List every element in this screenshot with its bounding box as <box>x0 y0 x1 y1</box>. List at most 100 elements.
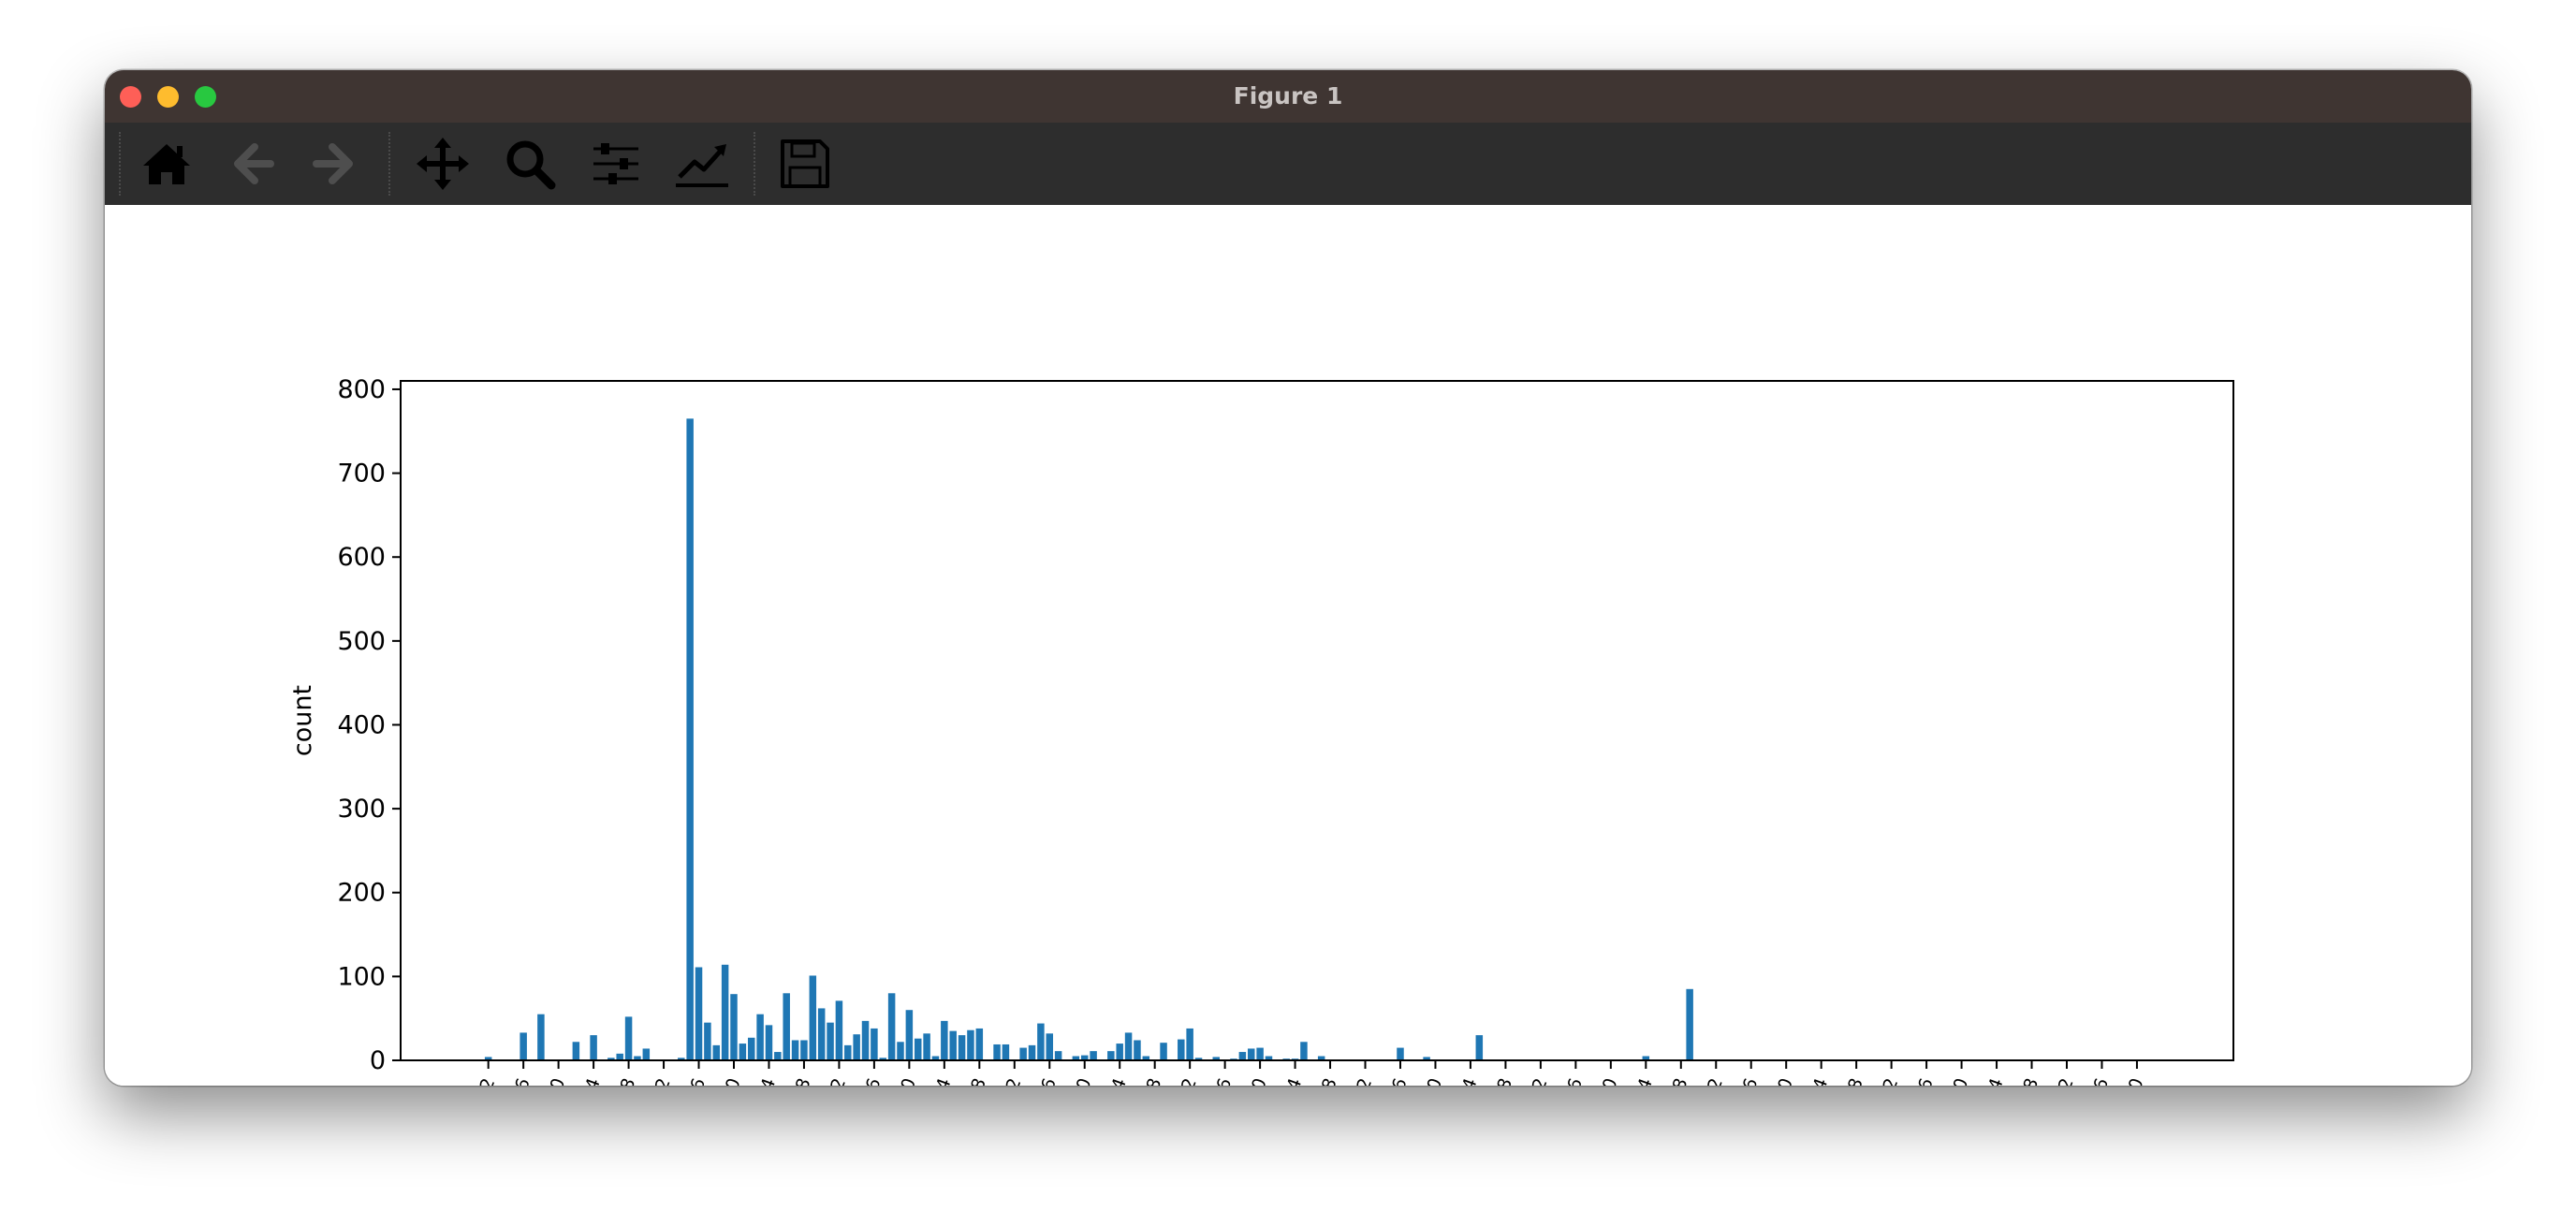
bar <box>624 1016 633 1060</box>
x-tick-label: 68 <box>963 1075 990 1086</box>
y-tick-label: 400 <box>337 710 386 739</box>
x-tick-label: 40 <box>718 1075 745 1086</box>
x-tick-label: 36 <box>682 1075 710 1086</box>
save-button[interactable] <box>777 136 833 192</box>
x-tick-label: 64 <box>929 1075 956 1086</box>
y-tick-label: 500 <box>337 627 386 656</box>
y-tick-label: 700 <box>337 460 386 489</box>
bar <box>1002 1044 1010 1060</box>
bar <box>887 993 896 1060</box>
toolbar-separator <box>388 132 390 196</box>
x-tick-label: 132 <box>1521 1075 1552 1086</box>
magnifier-icon <box>506 140 556 190</box>
bar <box>791 1040 799 1060</box>
x-tick-label: 184 <box>1977 1075 2008 1086</box>
bar <box>1134 1040 1141 1060</box>
y-axis: 0 100 200 300 400 500 600 700 800 <box>337 375 401 1075</box>
bar <box>1300 1042 1308 1060</box>
x-tick-label: 32 <box>648 1075 675 1086</box>
forward-button[interactable] <box>307 136 363 192</box>
bar <box>800 1040 808 1060</box>
x-tick-label: 48 <box>788 1075 815 1086</box>
navigation-toolbar <box>105 123 2471 205</box>
bar <box>1397 1047 1404 1060</box>
bar <box>1238 1052 1247 1060</box>
x-tick-label: 192 <box>2047 1075 2078 1086</box>
y-tick-label: 300 <box>337 795 386 824</box>
arrow-right-icon <box>313 143 353 184</box>
y-tick-label: 0 <box>370 1046 386 1075</box>
bar <box>853 1034 860 1060</box>
bar <box>730 994 738 1060</box>
x-tick-label: 124 <box>1451 1075 1482 1086</box>
home-button[interactable] <box>139 136 195 192</box>
toolbar-separator <box>754 132 755 196</box>
x-tick-label: 100 <box>1240 1075 1271 1086</box>
bar <box>844 1044 852 1060</box>
bar <box>616 1053 623 1060</box>
x-tick-label: 176 <box>1907 1075 1938 1086</box>
bar <box>1256 1047 1264 1060</box>
y-tick-label: 600 <box>337 543 386 572</box>
figure-canvas[interactable]: 0 100 200 300 400 500 600 700 800 12 16 20 24 28 32 36… <box>105 205 2471 1086</box>
x-tick-label: 140 <box>1590 1075 1621 1086</box>
bar <box>897 1042 904 1060</box>
bar <box>1186 1028 1193 1060</box>
bar <box>809 975 817 1060</box>
y-tick-label: 200 <box>337 879 386 908</box>
bar <box>721 964 729 1060</box>
bar <box>905 1010 914 1060</box>
bar <box>686 418 694 1060</box>
x-tick-label: 92 <box>1174 1075 1201 1086</box>
bar <box>1090 1051 1097 1060</box>
x-tick-label: 188 <box>2012 1075 2042 1086</box>
x-tick-label: 60 <box>893 1075 920 1086</box>
x-tick-label: 120 <box>1415 1075 1446 1086</box>
bar <box>861 1020 870 1060</box>
bar <box>783 993 790 1060</box>
x-tick-label: 168 <box>1837 1075 1867 1086</box>
x-tick-label: 144 <box>1626 1075 1657 1086</box>
sliders-icon <box>593 143 638 184</box>
back-button[interactable] <box>224 136 280 192</box>
x-tick-label: 160 <box>1766 1075 1797 1086</box>
bar <box>537 1014 545 1060</box>
bar <box>1160 1043 1167 1060</box>
bar <box>712 1044 721 1060</box>
x-tick-label: 148 <box>1661 1075 1691 1086</box>
configure-subplots-button[interactable] <box>588 136 644 192</box>
bar <box>993 1044 1001 1060</box>
bar <box>695 967 703 1060</box>
bar <box>642 1048 651 1060</box>
bar-series <box>484 418 1693 1060</box>
x-tick-label: 152 <box>1696 1075 1727 1086</box>
x-tick-label: 52 <box>823 1075 850 1086</box>
bar-chart: 0 100 200 300 400 500 600 700 800 12 16 20 24 28 32 36… <box>288 375 2234 1086</box>
edit-axes-button[interactable] <box>674 136 730 192</box>
bar <box>835 1000 843 1060</box>
bar <box>520 1032 527 1060</box>
axes-frame <box>400 380 2234 1061</box>
x-tick-label: 136 <box>1556 1075 1587 1086</box>
x-tick-label: 56 <box>858 1075 886 1086</box>
bar <box>914 1038 922 1060</box>
bar <box>1475 1035 1484 1060</box>
bar <box>1247 1048 1255 1060</box>
zoom-button[interactable] <box>502 136 558 192</box>
x-tick-label: 16 <box>507 1075 534 1086</box>
bar <box>923 1033 930 1060</box>
bar <box>747 1037 755 1060</box>
bar <box>774 1052 782 1060</box>
bar <box>1107 1051 1115 1060</box>
bar <box>1178 1039 1185 1060</box>
x-tick-label: 196 <box>2082 1075 2113 1086</box>
bar <box>871 1028 878 1060</box>
bar <box>1028 1044 1036 1060</box>
x-tick-label: 128 <box>1486 1075 1516 1086</box>
x-tick-label: 88 <box>1138 1075 1165 1086</box>
pan-button[interactable] <box>415 136 471 192</box>
move-icon <box>417 138 469 190</box>
x-tick-label: 20 <box>542 1075 569 1086</box>
bar <box>1054 1051 1062 1060</box>
x-tick-label: 84 <box>1104 1075 1131 1086</box>
